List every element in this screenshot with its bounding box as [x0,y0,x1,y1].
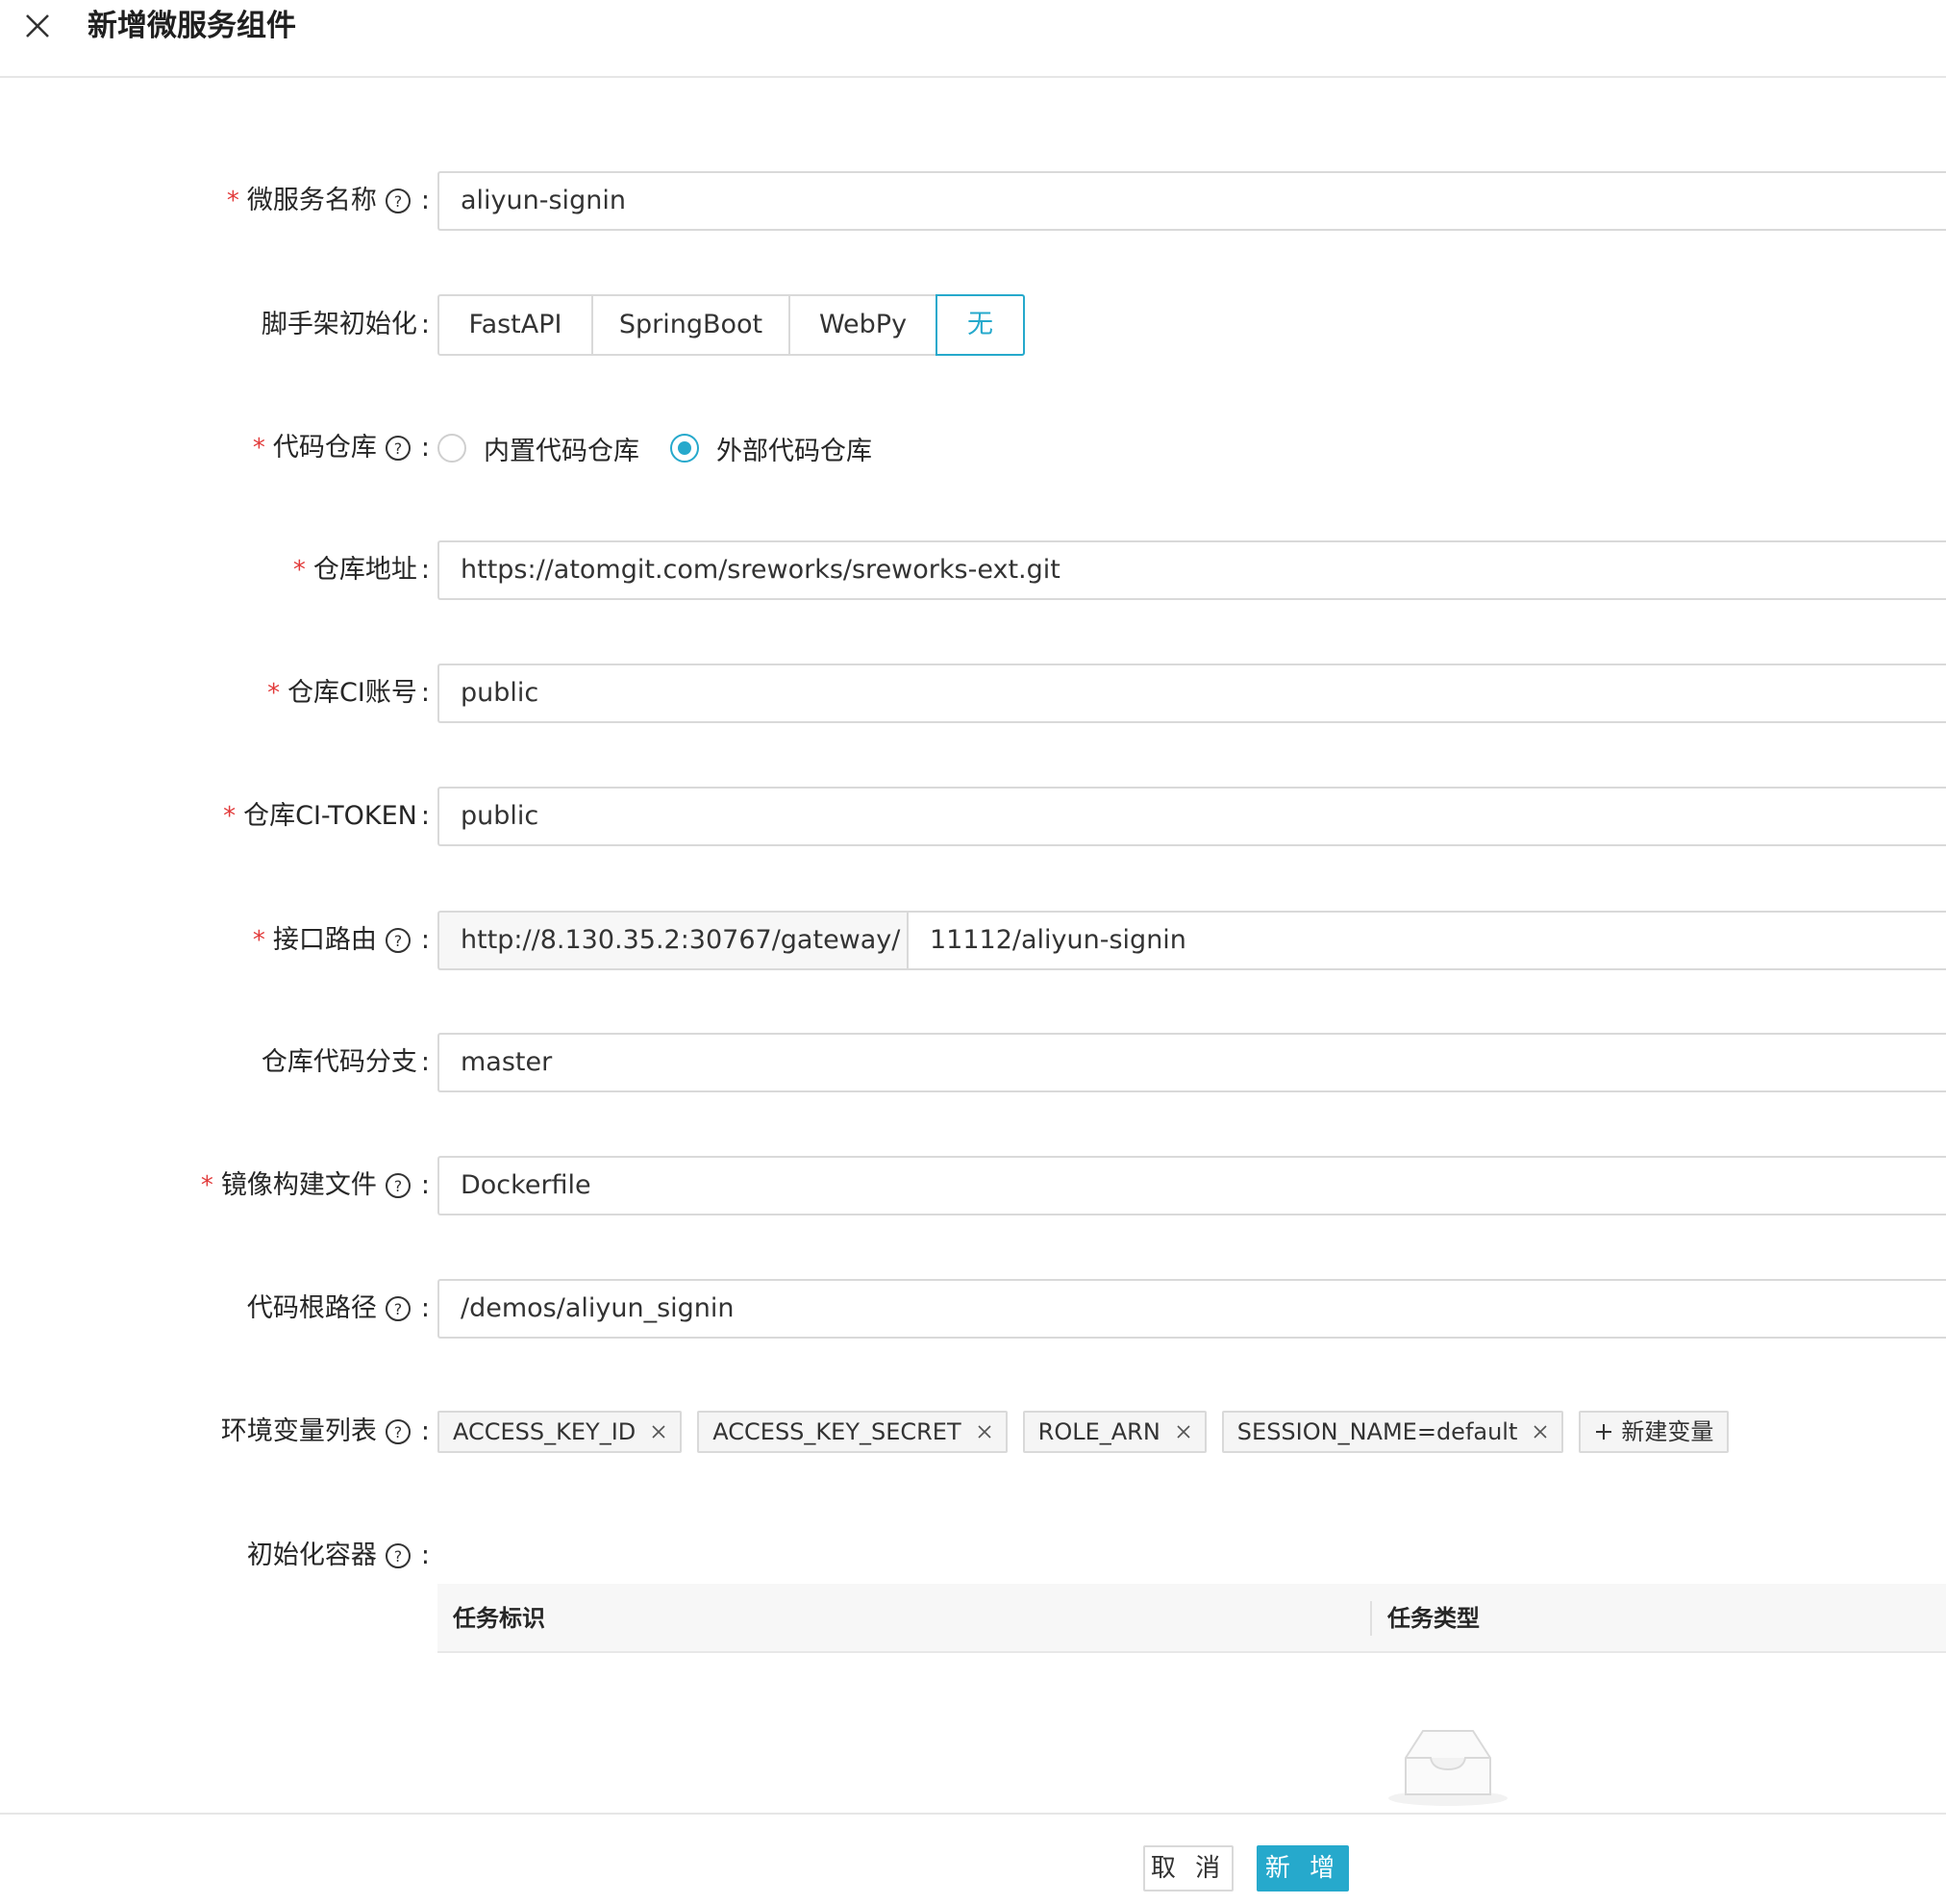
repo-branch-label: 仓库代码分支 : [261,1047,430,1077]
scaffold-segmented-control: FastAPI SpringBoot WebPy 无 [437,294,1025,356]
add-microservice-drawer: 新增微服务组件 * 微服务名称 ? : aliyun-signin 脚手架初始化… [0,0,1946,1904]
help-icon[interactable]: ? [385,1172,412,1199]
help-icon[interactable]: ? [385,188,412,214]
repo-branch-input[interactable]: master [437,1033,1946,1092]
radio-builtin-repo[interactable]: 内置代码仓库 [437,430,639,467]
scaffold-option-springboot[interactable]: SpringBoot [591,294,790,356]
repo-ci-account-label: * 仓库CI账号 : [267,664,430,723]
env-var-tag: ACCESS_KEY_ID [437,1411,683,1453]
submit-button[interactable]: 新 增 [1257,1845,1349,1891]
code-repo-radio-group: 内置代码仓库 外部代码仓库 [437,418,903,478]
column-divider [1370,1601,1372,1636]
column-header-task-id: 任务标识 [453,1605,545,1632]
service-name-input[interactable]: aliyun-signin [437,171,1946,231]
scaffold-option-fastapi[interactable]: FastAPI [437,294,593,356]
empty-inbox-icon [1388,1730,1508,1806]
radio-button-checked[interactable] [670,434,699,463]
svg-text:?: ? [394,1177,403,1195]
repo-url-input[interactable]: https://atomgit.com/sreworks/sreworks-ex… [437,540,1946,600]
init-containers-label: 初始化容器 ? : [246,1541,430,1570]
required-mark: * [292,556,306,585]
repo-ci-account-input[interactable]: public [437,664,1946,723]
required-mark: * [200,1171,213,1200]
env-var-tag: SESSION_NAME=default [1221,1411,1564,1453]
help-icon[interactable]: ? [385,435,412,462]
dockerfile-input[interactable]: Dockerfile [437,1156,1946,1215]
required-mark: * [252,926,265,955]
scaffold-option-webpy[interactable]: WebPy [788,294,937,356]
help-icon[interactable]: ? [385,1418,412,1445]
env-var-tags: ACCESS_KEY_ID ACCESS_KEY_SECRET ROLE_ARN… [437,1411,1744,1453]
env-var-tag: ROLE_ARN [1022,1411,1207,1453]
tag-close-icon[interactable] [1176,1424,1191,1440]
help-icon[interactable]: ? [385,1295,412,1322]
repo-ci-token-input[interactable]: public [437,787,1946,846]
env-vars-label: 环境变量列表 ? : [220,1416,430,1446]
required-mark: * [267,679,281,708]
service-name-label: * 微服务名称 ? : [227,171,430,231]
column-header-task-type: 任务类型 [1387,1605,1480,1632]
close-icon[interactable] [23,12,52,40]
init-containers-table-header: 任务标识 任务类型 [437,1584,1946,1653]
tag-close-icon[interactable] [977,1424,992,1440]
help-icon[interactable]: ? [385,927,412,954]
drawer-footer: 取 消 新 增 [0,1813,1946,1904]
code-repo-label: * 代码仓库 ? : [253,418,430,478]
required-mark: * [252,434,265,463]
svg-text:?: ? [394,1423,403,1441]
api-route-label: * 接口路由 ? : [253,911,430,970]
drawer-header: 新增微服务组件 [0,0,1946,78]
scaffold-label: 脚手架初始化 : [261,310,430,339]
tag-close-icon[interactable] [1533,1424,1548,1440]
api-route-input[interactable]: 11112/aliyun-signin [907,911,1946,970]
code-root-label: 代码根路径 ? : [246,1293,430,1323]
cancel-button[interactable]: 取 消 [1143,1845,1234,1891]
repo-ci-token-label: * 仓库CI-TOKEN : [223,787,430,846]
code-root-input[interactable]: /demos/aliyun_signin [437,1279,1946,1339]
svg-text:?: ? [394,439,403,458]
api-route-prefix-addon: http://8.130.35.2:30767/gateway/ [437,911,908,970]
radio-button[interactable] [437,434,466,463]
drawer-title: 新增微服务组件 [87,9,296,43]
env-var-tag: ACCESS_KEY_SECRET [697,1411,1008,1453]
svg-text:?: ? [394,1300,403,1318]
tag-close-icon[interactable] [651,1424,666,1440]
radio-external-repo[interactable]: 外部代码仓库 [670,430,872,467]
required-mark: * [223,802,237,831]
repo-url-label: * 仓库地址 : [293,540,430,600]
required-mark: * [226,187,239,215]
svg-text:?: ? [394,192,403,211]
add-variable-button[interactable]: 新建变量 [1579,1411,1730,1453]
svg-text:?: ? [394,1547,403,1566]
svg-text:?: ? [394,932,403,950]
dockerfile-label: * 镜像构建文件 ? : [201,1156,430,1215]
scaffold-option-none[interactable]: 无 [936,294,1025,356]
help-icon[interactable]: ? [385,1542,412,1569]
plus-icon [1596,1424,1612,1440]
